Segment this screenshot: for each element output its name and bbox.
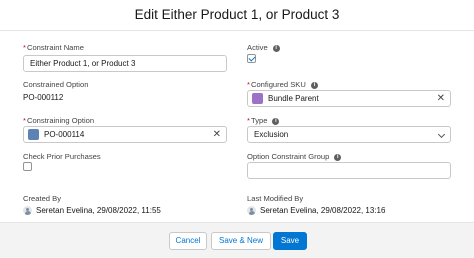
type-select[interactable]: Exclusion xyxy=(247,126,451,143)
constraining-option-label-text: Constraining Option xyxy=(26,116,95,125)
last-modified-by-label: Last Modified By xyxy=(247,194,304,203)
save-and-new-button[interactable]: Save & New xyxy=(211,232,271,250)
required-mark: * xyxy=(23,116,26,125)
option-icon xyxy=(28,129,39,140)
constraint-name-label: *Constraint Name xyxy=(23,43,84,52)
modal-header: Edit Either Product 1, or Product 3 xyxy=(0,0,474,31)
product-icon xyxy=(252,93,263,104)
info-icon[interactable]: i xyxy=(272,44,280,52)
chevron-down-icon xyxy=(437,130,446,139)
constraining-option-value: PO-000114 xyxy=(44,130,85,139)
save-button[interactable]: Save xyxy=(273,232,307,250)
required-mark: * xyxy=(247,116,250,125)
active-checkbox[interactable] xyxy=(247,54,256,63)
avatar-icon xyxy=(23,206,32,215)
check-prior-purchases-label: Check Prior Purchases xyxy=(23,152,101,161)
type-label-text: Type xyxy=(250,116,268,125)
info-icon[interactable]: i xyxy=(310,81,318,89)
last-modified-by-value: Seretan Evelina, 29/08/2022, 13:16 xyxy=(260,206,386,215)
checkmark-icon xyxy=(248,54,256,62)
option-constraint-group-label: Option Constraint Group i xyxy=(247,152,342,161)
configured-sku-label: *Configured SKU i xyxy=(247,80,318,89)
clear-icon[interactable]: ✕ xyxy=(213,127,221,142)
modal-title: Edit Either Product 1, or Product 3 xyxy=(134,7,340,22)
created-by-label: Created By xyxy=(23,194,61,203)
required-mark: * xyxy=(247,80,250,89)
constraint-name-value: Either Product 1, or Product 3 xyxy=(30,59,136,68)
constraining-option-label: *Constraining Option xyxy=(23,116,94,125)
constraint-name-label-text: Constraint Name xyxy=(26,43,84,52)
configured-sku-lookup[interactable]: Bundle Parent ✕ xyxy=(247,90,451,107)
type-value: Exclusion xyxy=(254,130,289,139)
constraining-option-lookup[interactable]: PO-000114 ✕ xyxy=(23,126,227,143)
info-icon[interactable]: i xyxy=(334,153,342,161)
active-label: Active i xyxy=(247,43,280,52)
constrained-option-label: Constrained Option xyxy=(23,80,89,89)
constrained-option-value: PO-000112 xyxy=(23,93,64,102)
active-label-text: Active xyxy=(247,43,268,52)
info-icon[interactable]: i xyxy=(272,117,280,125)
configured-sku-label-text: Configured SKU xyxy=(250,80,306,89)
type-label: *Type i xyxy=(247,116,280,125)
option-constraint-group-label-text: Option Constraint Group xyxy=(247,152,330,161)
cancel-button[interactable]: Cancel xyxy=(169,232,207,250)
configured-sku-value: Bundle Parent xyxy=(268,94,319,103)
avatar-icon xyxy=(247,206,256,215)
required-mark: * xyxy=(23,43,26,52)
constraint-name-input[interactable]: Either Product 1, or Product 3 xyxy=(23,55,227,72)
check-prior-purchases-checkbox[interactable] xyxy=(23,162,32,171)
clear-icon[interactable]: ✕ xyxy=(437,91,445,106)
created-by-value: Seretan Evelina, 29/08/2022, 11:55 xyxy=(36,206,161,215)
modal-footer: Cancel Save & New Save xyxy=(0,222,474,258)
option-constraint-group-input[interactable] xyxy=(247,162,451,179)
